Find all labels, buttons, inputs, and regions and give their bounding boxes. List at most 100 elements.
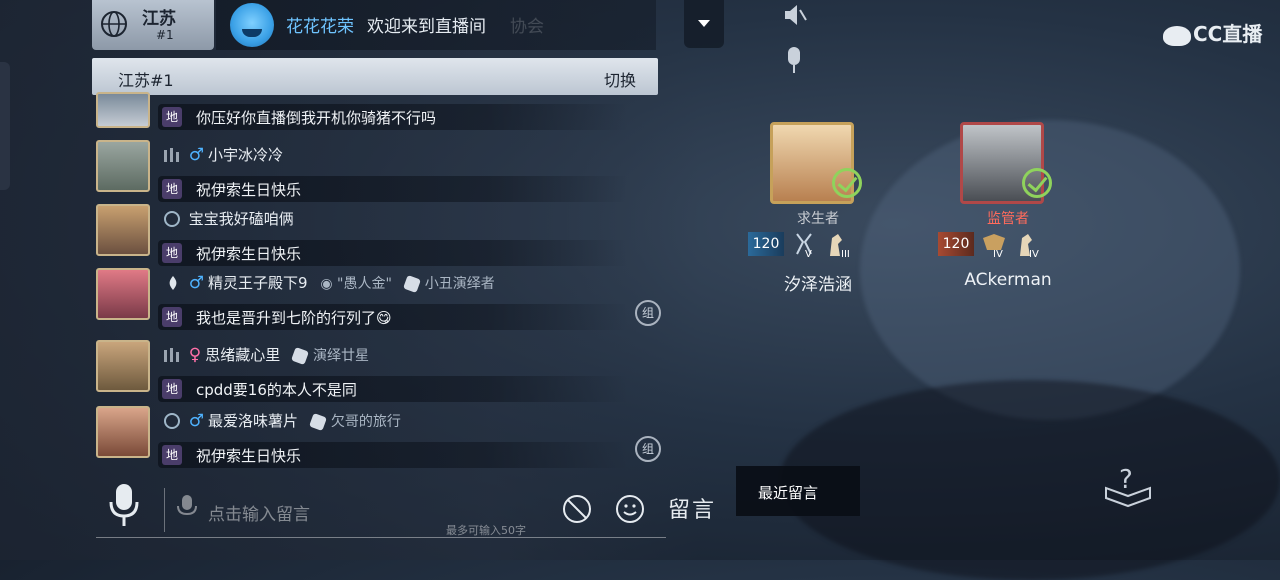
tag-icon: [308, 412, 327, 431]
flame-icon: [169, 275, 177, 290]
region-badge: 地: [162, 107, 182, 127]
input-placeholder: 点击输入留言: [208, 505, 310, 525]
player-level: 120: [748, 232, 784, 256]
player-level: 120: [938, 232, 974, 256]
region-badge: 地: [162, 445, 182, 465]
emoji-icon[interactable]: [615, 494, 645, 524]
gender-male-icon: ♂: [188, 410, 205, 431]
message-bubble: 地 祝伊索生日快乐: [158, 240, 628, 266]
ready-check-icon: [1022, 168, 1052, 198]
region-button[interactable]: 江苏 #1: [92, 0, 214, 50]
message-bubble: 地 祝伊索生日快乐: [158, 176, 628, 202]
message-text: 祝伊索生日快乐: [196, 245, 302, 263]
username[interactable]: 最爱洛味薯片: [208, 412, 298, 430]
player-role: 求生者: [797, 211, 839, 227]
welcome-avatar: [230, 3, 274, 47]
message-text: 祝伊索生日快乐: [196, 447, 302, 465]
message-meta: 宝宝我好磕咱俩: [162, 208, 294, 230]
speaker-mute-icon[interactable]: [782, 2, 808, 28]
avatar[interactable]: [96, 204, 150, 256]
message-meta: ♀ 思绪藏心里 演绎廿星: [162, 344, 369, 366]
region-name: 江苏: [142, 9, 176, 29]
message-bubble: 地 你压好你直播倒我开机你骑猪不行吗: [158, 104, 628, 130]
user-title: ◉ "愚人金": [320, 275, 392, 292]
tag-icon: [402, 274, 421, 293]
voice-input-icon[interactable]: [176, 494, 198, 520]
survivor-rank-icon: V: [796, 233, 812, 258]
user-tag-text: 欠哥的旅行: [330, 413, 401, 430]
message-meta: ♂ 最爱洛味薯片 欠哥的旅行: [162, 410, 401, 432]
message-text: 祝伊索生日快乐: [196, 181, 302, 199]
rank-badge-icon: [164, 412, 180, 429]
username[interactable]: 宝宝我好磕咱俩: [189, 210, 294, 228]
welcome-ghost-text: 协会: [510, 17, 544, 37]
group-icon[interactable]: 组: [635, 436, 661, 462]
message-bubble: 地 祝伊索生日快乐: [158, 442, 628, 468]
welcome-banner: 花花花荣 欢迎来到直播间 协会: [216, 0, 656, 50]
ready-check-icon: [832, 168, 862, 198]
gender-male-icon: ♂: [188, 272, 205, 293]
message-bubble: 地 我也是晋升到七阶的行列了😋: [158, 304, 628, 330]
region-badge: 地: [162, 379, 182, 399]
input-divider: [164, 488, 165, 532]
input-limit-hint: 最多可输入50字: [446, 524, 526, 537]
username[interactable]: 精灵王子殿下9: [208, 274, 308, 292]
region-badge: 地: [162, 179, 182, 199]
avatar[interactable]: [96, 92, 150, 128]
gender-female-icon: ♀: [188, 344, 202, 365]
globe-icon: [101, 11, 127, 37]
message-bubble: 地 cpdd要16的本人不是同: [158, 376, 628, 402]
username[interactable]: 小宇冰冷冷: [208, 146, 283, 164]
recent-comments-label: 最近留言: [758, 484, 819, 502]
avatar[interactable]: [96, 140, 150, 192]
message-meta: ♂ 小宇冰冷冷: [162, 144, 283, 166]
cc-logo: CC直播: [1163, 18, 1262, 47]
svg-text:?: ?: [1119, 465, 1133, 495]
hunter-rank-icon: IV: [1020, 234, 1039, 258]
side-drawer-handle[interactable]: [0, 62, 10, 190]
message-text: cpdd要16的本人不是同: [196, 381, 357, 399]
dropdown-button[interactable]: [684, 0, 724, 48]
recent-comments-popup[interactable]: 最近留言: [736, 466, 860, 516]
rank-numeral: IV: [993, 249, 1003, 258]
tag-icon: [291, 346, 310, 365]
comment-input[interactable]: 点击输入留言 最多可输入50字: [164, 480, 564, 540]
level-icon: [164, 347, 179, 362]
user-tag-text: 小丑演绎者: [424, 275, 495, 292]
level-icon: [164, 147, 179, 162]
player-badges: 120 IV IV: [938, 230, 1044, 262]
region-switch-bar: 江苏#1 切换: [92, 58, 658, 95]
gender-male-icon: ♂: [188, 144, 205, 165]
rank-numeral: V: [805, 249, 812, 258]
player-name: ACkerman: [964, 270, 1052, 290]
user-tag-text: 演绎廿星: [313, 347, 370, 364]
welcome-username[interactable]: 花花花荣: [286, 12, 354, 37]
rank-numeral: III: [841, 249, 850, 258]
avatar[interactable]: [96, 268, 150, 320]
region-badge: 地: [162, 307, 182, 327]
avatar[interactable]: [96, 406, 150, 458]
message-text: 你压好你直播倒我开机你骑猪不行吗: [196, 109, 437, 127]
user-title-text: "愚人金": [337, 275, 392, 292]
group-icon[interactable]: 组: [635, 300, 661, 326]
microphone-icon[interactable]: [108, 482, 140, 528]
rank-badge-icon: [164, 210, 180, 227]
username[interactable]: 思绪藏心里: [205, 346, 280, 364]
player-badges: 120 V III: [748, 230, 854, 262]
block-icon[interactable]: [562, 494, 592, 524]
welcome-message: 欢迎来到直播间: [367, 17, 486, 37]
player-role: 监管者: [987, 211, 1029, 227]
input-underline: [96, 537, 666, 538]
rank-numeral: IV: [1029, 249, 1039, 258]
message-meta: ♂ 精灵王子殿下9 ◉ "愚人金" 小丑演绎者: [162, 272, 495, 294]
hunter-rank-icon: III: [830, 234, 850, 258]
survivor-rank-icon: IV: [983, 234, 1006, 258]
avatar[interactable]: [96, 340, 150, 392]
message-text: 我也是晋升到七阶的行列了😋: [196, 309, 392, 327]
help-book-icon[interactable]: ?: [1102, 458, 1154, 510]
mic-muted-icon[interactable]: [785, 46, 803, 74]
switch-bar-label: 江苏#1: [118, 71, 174, 90]
send-comment-button[interactable]: 留言: [668, 492, 716, 524]
switch-button[interactable]: 切换: [604, 67, 636, 91]
region-rank: #1: [156, 28, 174, 42]
